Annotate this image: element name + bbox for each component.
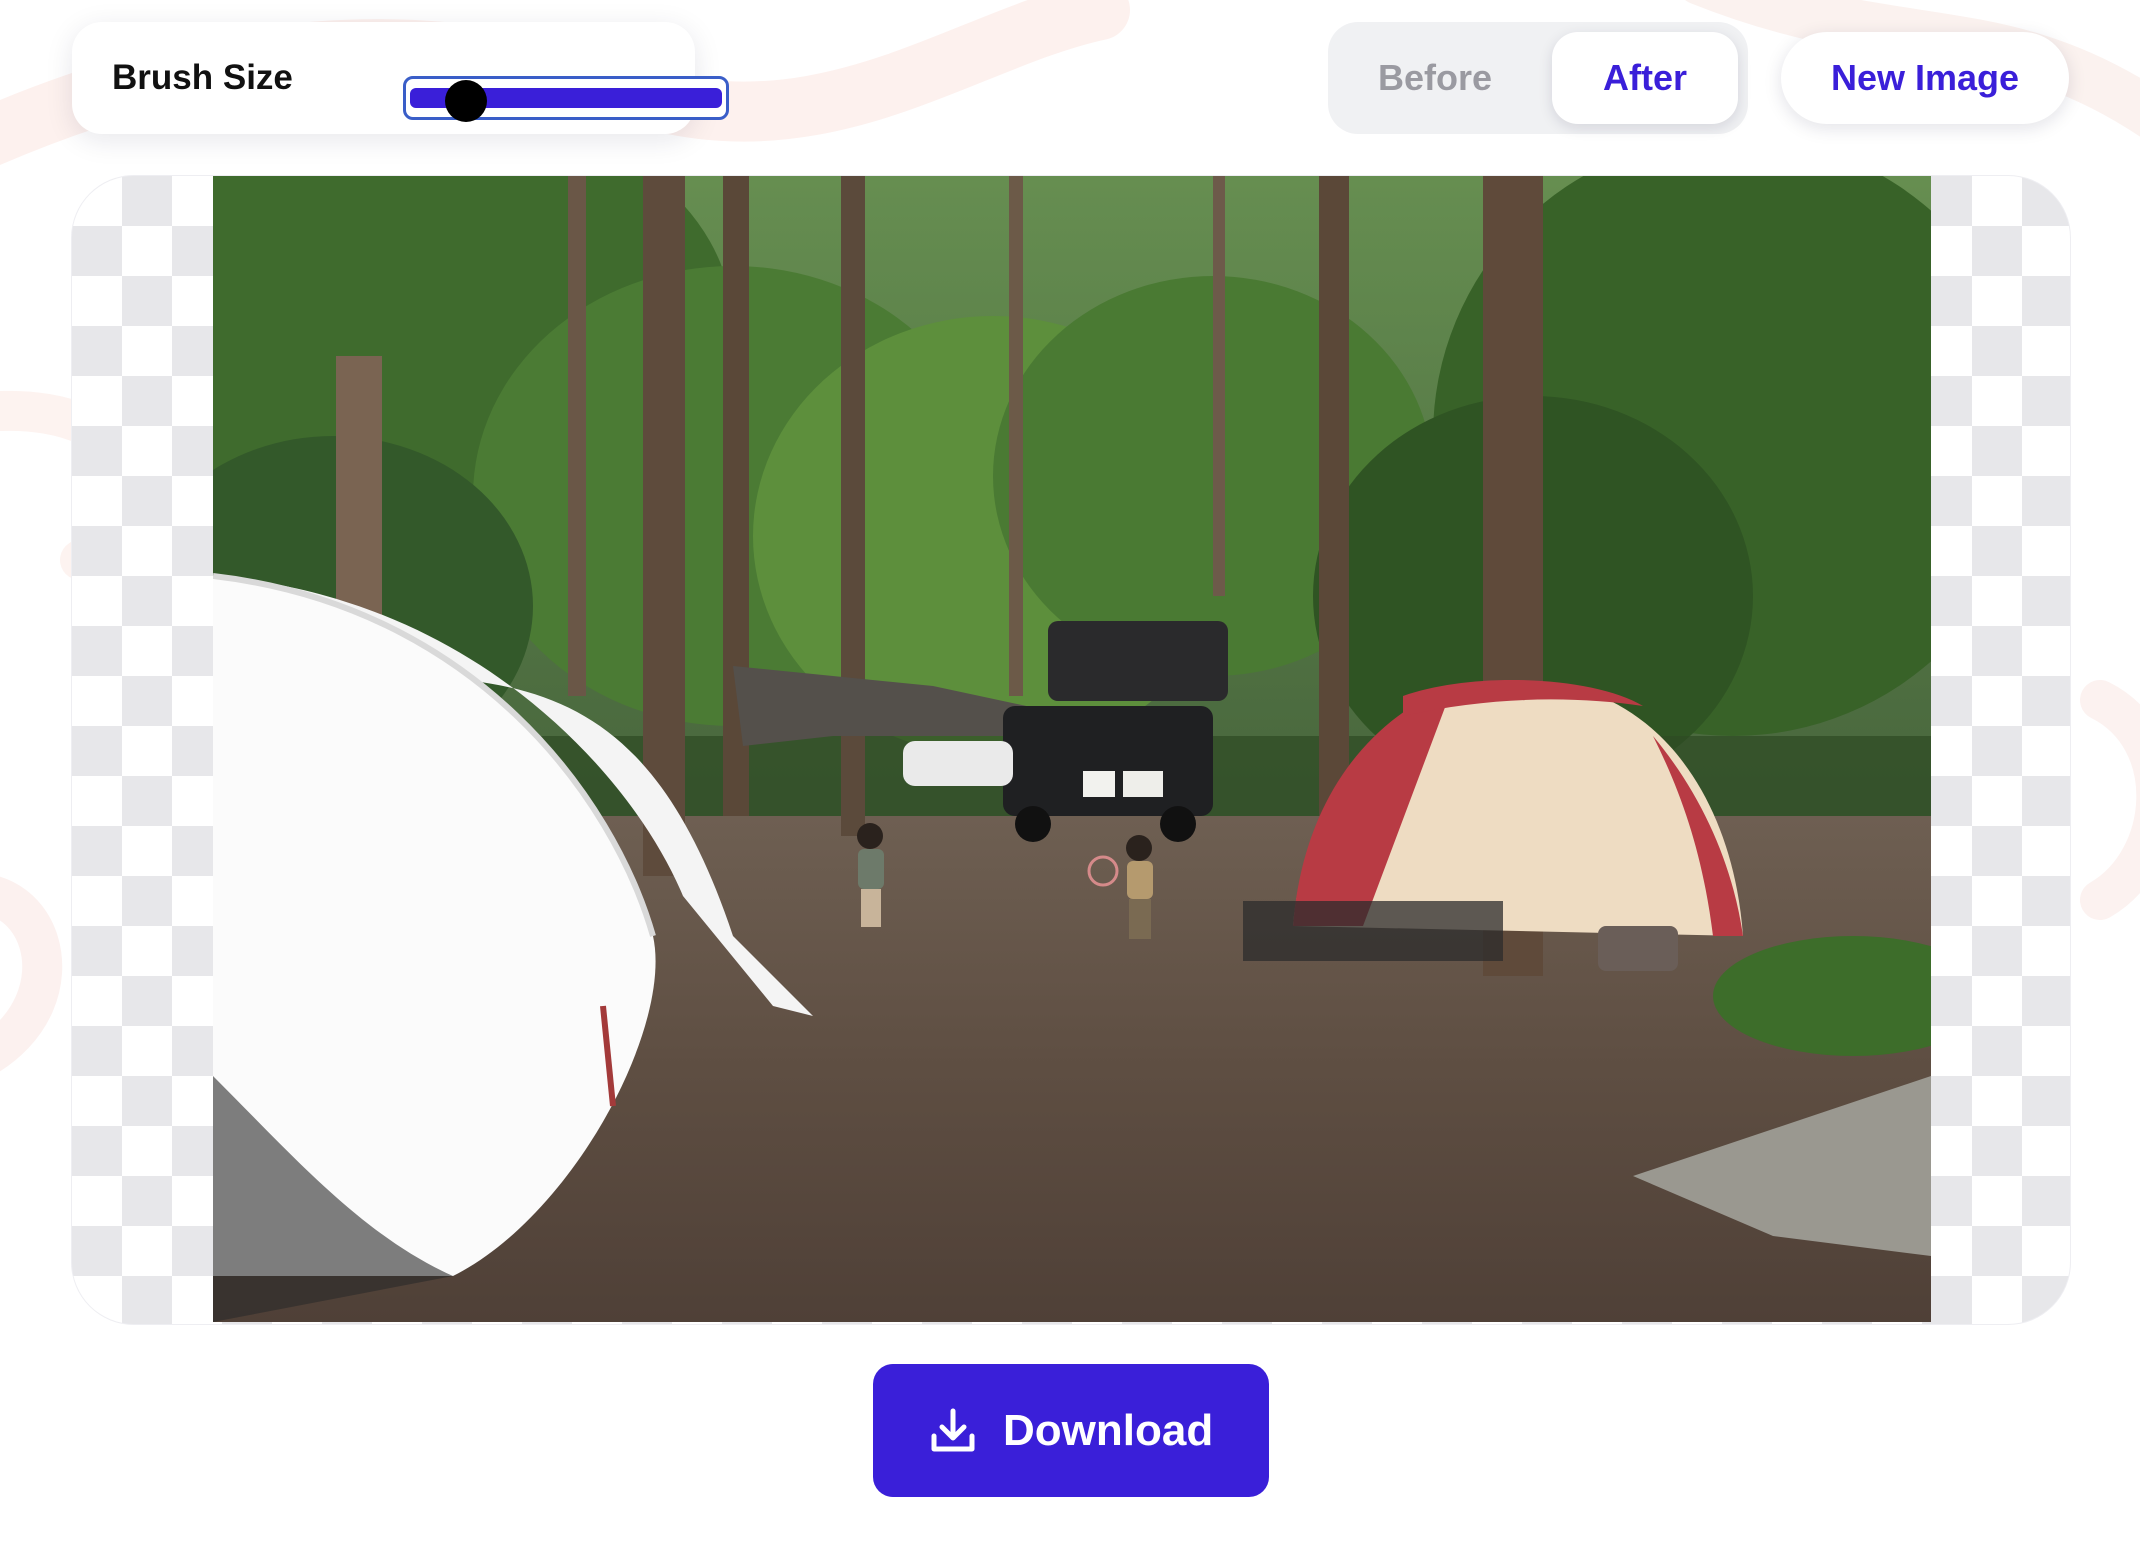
after-button[interactable]: After: [1552, 32, 1738, 124]
download-label: Download: [1003, 1406, 1214, 1455]
before-after-toggle: Before After: [1328, 22, 1748, 134]
new-image-button[interactable]: New Image: [1781, 32, 2069, 124]
edited-photo[interactable]: [213, 176, 1931, 1322]
download-icon: [931, 1408, 975, 1452]
brush-size-slider-thumb[interactable]: [445, 80, 487, 122]
before-button[interactable]: Before: [1350, 32, 1520, 124]
brush-size-slider[interactable]: [403, 76, 729, 122]
brush-size-panel: Brush Size: [72, 22, 729, 134]
download-button[interactable]: Download: [873, 1364, 1269, 1497]
image-canvas[interactable]: [72, 176, 2070, 1324]
brush-size-label: Brush Size: [112, 58, 293, 97]
